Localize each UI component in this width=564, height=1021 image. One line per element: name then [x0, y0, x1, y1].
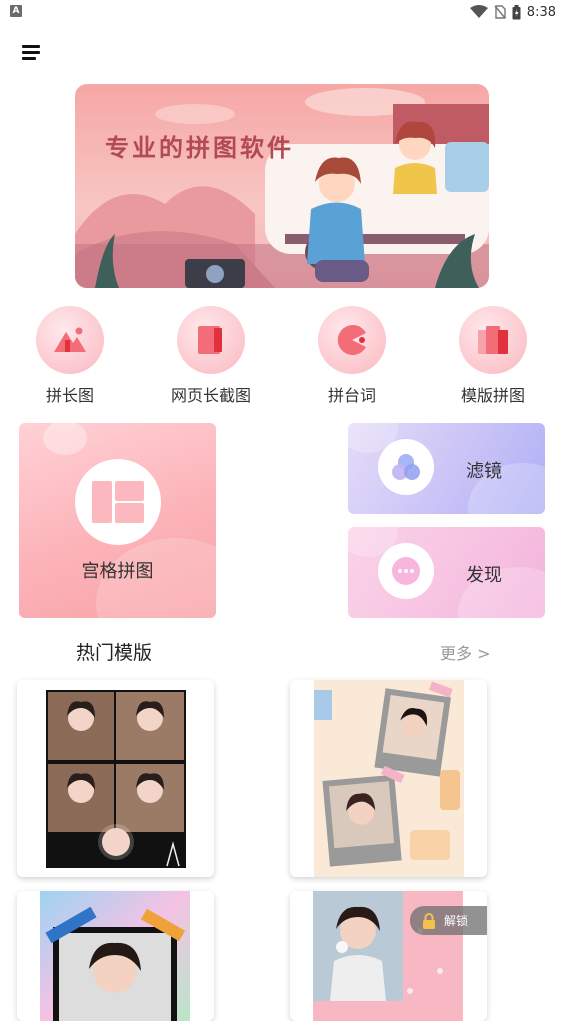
pacman-icon: [337, 325, 366, 355]
quick-action-circle: [318, 306, 386, 374]
quick-action-circle: [459, 306, 527, 374]
status-icons: 8:38: [469, 2, 556, 22]
template-thumbnail: [46, 690, 186, 868]
lock-icon: [423, 912, 435, 929]
promo-banner[interactable]: 专业的拼图软件: [75, 84, 489, 288]
quick-action-template[interactable]: 模版拼图: [423, 306, 563, 406]
template-card[interactable]: [290, 680, 487, 877]
discover-label: 发现: [466, 565, 502, 586]
more-dots-icon: [392, 557, 420, 585]
filter-card[interactable]: 滤镜: [348, 423, 545, 514]
template-icon: [478, 326, 508, 354]
quick-action-label: 拼长图: [45, 386, 94, 405]
page-icon: [198, 326, 222, 354]
status-time: 8:38: [526, 4, 556, 20]
grid-layout-icon: [92, 481, 144, 523]
filter-label: 滤镜: [466, 461, 502, 482]
hot-templates-title: 热门模版: [76, 642, 153, 664]
template-thumbnail: [314, 680, 464, 877]
template-card[interactable]: [17, 680, 214, 877]
banner-illustration: [75, 84, 489, 288]
quick-action-circle: [36, 306, 104, 374]
filter-icon: [392, 454, 420, 480]
no-sim-icon: [494, 5, 506, 19]
unlock-label: 解锁: [444, 914, 469, 928]
more-link[interactable]: 更多 >: [440, 640, 491, 664]
grid-collage-label: 宫格拼图: [81, 561, 154, 582]
grid-icon-circle: [75, 459, 161, 545]
quick-action-web-screenshot[interactable]: 网页长截图: [141, 306, 281, 406]
quick-action-circle: [177, 306, 245, 374]
wifi-icon: [469, 5, 488, 18]
menu-icon[interactable]: [22, 45, 42, 61]
discover-card[interactable]: 发现: [348, 527, 545, 618]
banner-title: 专业的拼图软件: [105, 134, 294, 162]
grid-collage-card[interactable]: 宫格拼图: [19, 423, 216, 618]
notification-icon: A: [10, 5, 22, 17]
quick-action-label: 拼台词: [327, 386, 376, 405]
unlock-badge[interactable]: 解锁: [410, 906, 487, 935]
quick-action-dialogue[interactable]: 拼台词: [282, 306, 422, 406]
quick-action-long-image[interactable]: 拼长图: [0, 306, 140, 406]
filter-icon-circle: [378, 439, 434, 495]
battery-icon: [512, 4, 521, 19]
quick-action-label: 网页长截图: [170, 386, 251, 405]
mountain-icon: [54, 327, 86, 352]
status-bar: A 8:38: [0, 0, 564, 24]
discover-icon-circle: [378, 543, 434, 599]
quick-action-label: 模版拼图: [460, 386, 525, 405]
